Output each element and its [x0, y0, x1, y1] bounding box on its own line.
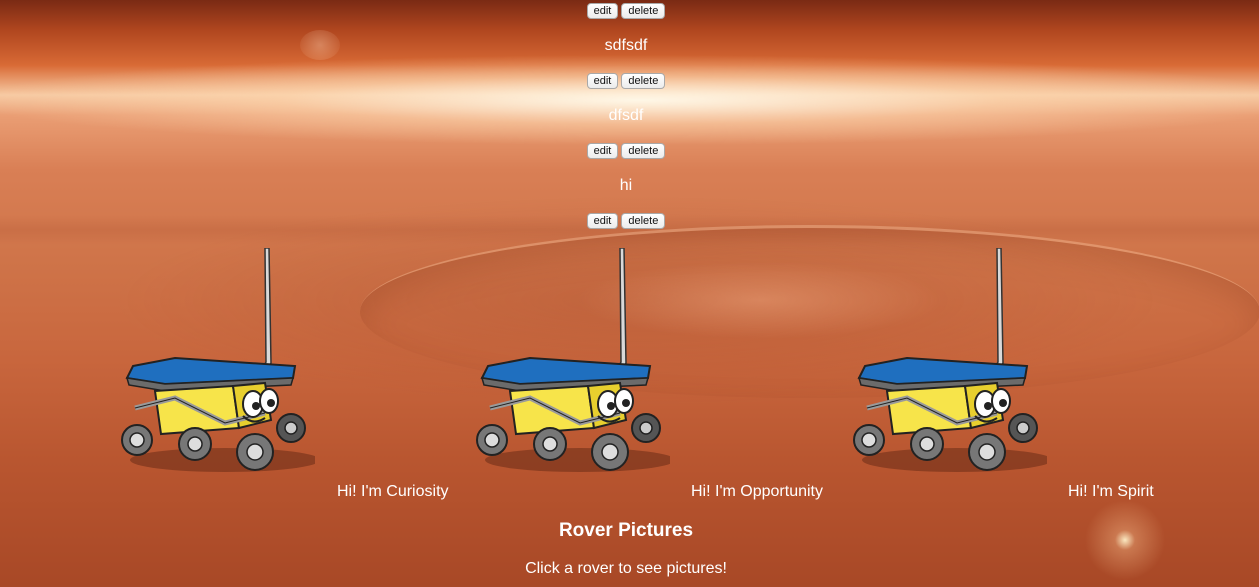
post-actions: edit delete [0, 73, 1252, 89]
edit-button[interactable]: edit [586, 3, 619, 19]
post-title: sdfsdf [604, 37, 648, 54]
delete-button[interactable]: delete [621, 3, 666, 19]
rover-curiosity-button[interactable] [115, 248, 315, 478]
rover-caption: Hi! I'm Curiosity [337, 483, 449, 500]
post-actions: edit delete [0, 143, 1252, 159]
rover-pictures-heading: Rover Pictures [558, 520, 694, 541]
rover-cartoon-icon [476, 248, 670, 472]
edit-button[interactable]: edit [586, 213, 619, 229]
post-actions: edit delete [0, 213, 1252, 229]
post-actions: edit delete [0, 3, 1252, 19]
rover-opportunity-button[interactable] [470, 248, 670, 478]
rover-caption: Hi! I'm Spirit [1068, 483, 1154, 500]
edit-button[interactable]: edit [586, 143, 619, 159]
rover-caption: Hi! I'm Opportunity [691, 483, 823, 500]
rover-cartoon-icon [853, 248, 1047, 472]
delete-button[interactable]: delete [621, 213, 666, 229]
edit-button[interactable]: edit [586, 73, 619, 89]
post-title: hi [619, 177, 633, 194]
rover-cartoon-icon [121, 248, 315, 472]
rover-spirit-button[interactable] [847, 248, 1047, 478]
post-list: edit delete sdfsdf edit delete dfsdf edi… [0, 3, 1252, 229]
post-title: dfsdf [608, 107, 644, 124]
delete-button[interactable]: delete [621, 143, 666, 159]
delete-button[interactable]: delete [621, 73, 666, 89]
rover-pictures-hint: Click a rover to see pictures! [525, 560, 727, 577]
